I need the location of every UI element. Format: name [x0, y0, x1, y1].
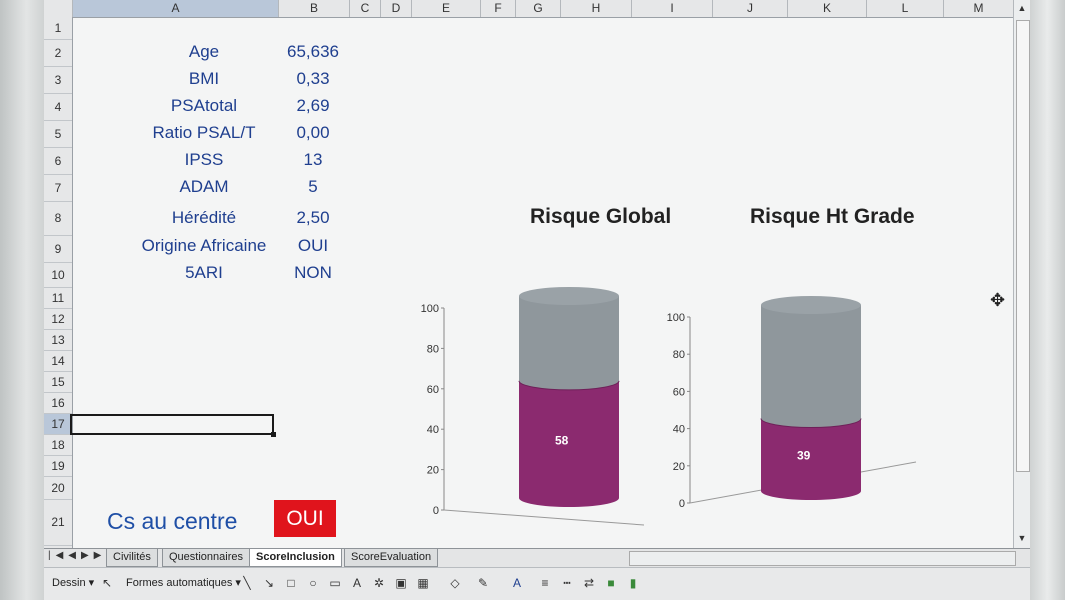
y-tick-label: 40	[427, 424, 439, 436]
cylinder-top	[761, 296, 861, 314]
monitor-bezel-left	[0, 0, 44, 600]
arrow-icon[interactable]: ↘	[262, 576, 276, 590]
ellipse-icon[interactable]: ○	[306, 576, 320, 590]
horizontal-scrollbar[interactable]	[629, 551, 1016, 566]
tab-civilites[interactable]: Civilités	[106, 549, 158, 567]
clipart-icon[interactable]: ▣	[394, 576, 408, 590]
cylinder-value-body[interactable]	[761, 418, 861, 500]
tab-scoreinclusion[interactable]: ScoreInclusion	[249, 549, 342, 567]
dessin-menu-button[interactable]: Dessin ▾	[52, 575, 94, 591]
y-tick-label: 80	[673, 349, 685, 361]
tab-questionnaires[interactable]: Questionnaires	[162, 549, 250, 567]
cylinder-value-body[interactable]	[519, 380, 619, 507]
rectangle-icon[interactable]: □	[284, 576, 298, 590]
y-tick-label: 0	[433, 505, 439, 517]
arrow-style-icon[interactable]: ⇄	[582, 576, 596, 590]
dash-style-icon[interactable]: ┅	[560, 576, 574, 590]
fill-color-icon[interactable]: ◇	[448, 576, 462, 590]
formes-automatiques-button[interactable]: Formes automatiques ▾	[126, 575, 241, 591]
y-tick-label: 0	[679, 498, 685, 510]
scroll-down-arrow-icon[interactable]: ▼	[1016, 532, 1028, 544]
y-tick-label: 60	[673, 386, 685, 398]
scroll-up-arrow-icon[interactable]: ▲	[1016, 2, 1028, 14]
y-tick-label: 100	[421, 303, 439, 315]
data-value-label: 39	[797, 449, 811, 463]
sheet-tab-bar: |◀◀▶▶| Civilités Questionnaires ScoreInc…	[44, 548, 1030, 567]
spreadsheet-window: A B C D E F G H I J K L M 1 2 3 4 5 6 7 …	[44, 0, 1030, 600]
select-pointer-icon[interactable]: ↖	[100, 576, 114, 590]
diagram-icon[interactable]: ✲	[372, 576, 386, 590]
tab-navigation-arrows-icon[interactable]: |◀◀▶▶|	[48, 550, 114, 561]
monitor-bezel-right	[1030, 0, 1065, 600]
y-tick-label: 20	[673, 461, 685, 473]
y-tick-label: 40	[673, 424, 685, 436]
line-color-icon[interactable]: ✎	[476, 576, 490, 590]
wordart-icon[interactable]: A	[350, 576, 364, 590]
cursor-cross-icon: ✥	[990, 290, 1006, 310]
floor-edge-line	[443, 509, 645, 526]
picture-icon[interactable]: ▦	[416, 576, 430, 590]
chart-risque-ht-grade[interactable]: 0 20 40 60 80 100 39	[667, 296, 917, 510]
y-tick-label: 100	[667, 312, 685, 324]
text-box-icon[interactable]: ▭	[328, 576, 342, 590]
charts-layer[interactable]: 0 20 40 60 80 100 58 0 20 40 60 80 100 39	[44, 0, 1030, 548]
cylinder-top	[519, 287, 619, 305]
line-style-icon[interactable]: ≡	[538, 576, 552, 590]
scroll-thumb[interactable]	[1016, 20, 1030, 472]
shadow-style-icon[interactable]: ■	[604, 576, 618, 590]
vertical-scrollbar[interactable]: ▲ ▼	[1013, 0, 1030, 548]
y-tick-label: 80	[427, 343, 439, 355]
font-color-icon[interactable]: A	[510, 576, 524, 590]
y-tick-label: 60	[427, 384, 439, 396]
3d-style-icon[interactable]: ▮	[626, 576, 640, 590]
line-icon[interactable]: ╲	[240, 576, 254, 590]
y-tick-label: 20	[427, 465, 439, 477]
cylinder-remainder-body[interactable]	[761, 305, 861, 428]
cylinder-remainder-body[interactable]	[519, 296, 619, 390]
tab-scoreevaluation[interactable]: ScoreEvaluation	[344, 549, 439, 567]
drawing-toolbar: Dessin ▾ ↖ Formes automatiques ▾ ╲ ↘ □ ○…	[44, 567, 1030, 600]
data-value-label: 58	[555, 433, 569, 447]
chart-risque-global[interactable]: 0 20 40 60 80 100 58	[421, 287, 645, 526]
